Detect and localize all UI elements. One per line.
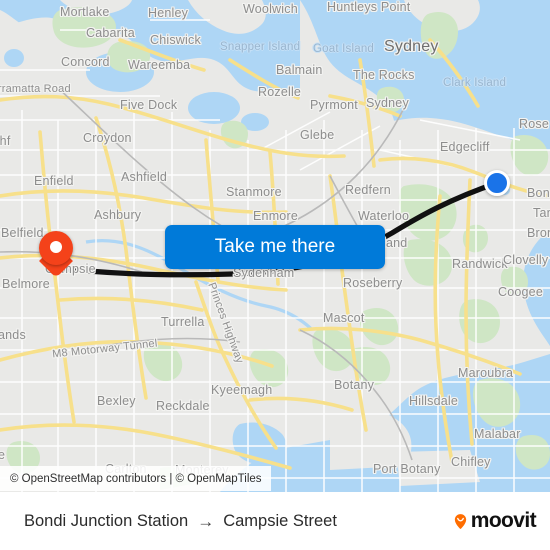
map-attribution: © OpenStreetMap contributors | © OpenMap… [0,466,271,491]
moovit-trip-map-screen: Mortlake Henley Woolwich Huntleys Point Caba… [0,0,550,550]
arrow-icon: → [197,511,215,531]
moovit-wordmark: moovit [470,509,537,532]
origin-label: Bondi Junction Station [24,511,189,530]
trip-summary: Bondi Junction Station → Campsie Street [24,512,452,531]
attribution-text[interactable]: © OpenStreetMap contributors | © OpenMap… [10,473,262,485]
moovit-pin-icon [452,513,469,530]
map-canvas[interactable]: Mortlake Henley Woolwich Huntleys Point Caba… [0,0,550,492]
trip-footer-bar: Bondi Junction Station → Campsie Street … [0,492,550,550]
moovit-logo[interactable]: moovit [452,509,537,533]
destination-label: Campsie Street [223,511,337,530]
take-me-there-button[interactable]: Take me there [165,225,385,269]
